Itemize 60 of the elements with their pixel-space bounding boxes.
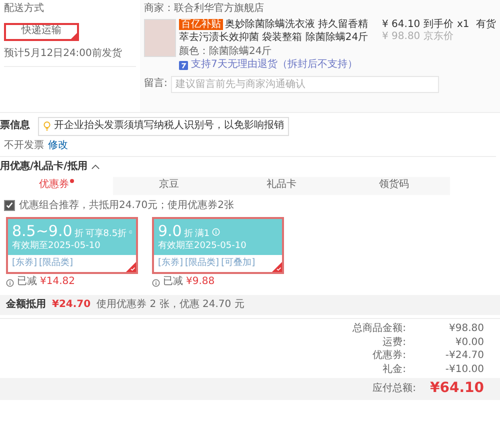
total-value: -¥24.70 <box>444 350 484 363</box>
edit-link[interactable]: 修改 <box>48 140 68 152</box>
total-value: ¥98.80 <box>448 323 484 336</box>
shipping-option[interactable]: 快递运输 <box>4 22 79 40</box>
coupon-condition: 可享8.5折 <box>85 229 127 240</box>
total-label: 优惠券: <box>372 350 406 363</box>
coupon-unit: 折 <box>74 229 84 240</box>
payable-amount: ¥64.10 <box>430 380 484 398</box>
total-label: 礼金: <box>382 364 406 376</box>
product-title[interactable]: 萃去污渍长效抑菌 袋装整箱 除菌除螨24斤 <box>179 32 379 44</box>
section-title: 用优惠/礼品卡/抵用 <box>0 161 88 174</box>
coupon-tag: [东券] <box>12 258 38 270</box>
discount-summary-bar: 金额抵用 ¥24.70 使用优惠券 2 张，优惠 24.70 元 <box>0 294 500 316</box>
invoice-tip: 开企业抬头发票须填写纳税人识别号，以免影响报销 <box>38 117 289 136</box>
info-icon[interactable] <box>6 278 14 286</box>
return-policy: 支持7天无理由退货（拆封后不支持） <box>191 59 358 72</box>
coupon-amount: 8.5~9.0 <box>12 222 72 240</box>
total-value: -¥10.00 <box>444 364 484 376</box>
section-title: 配送方式 <box>4 3 45 16</box>
notification-dot-icon <box>70 179 74 184</box>
section-title: 票信息 <box>0 120 30 132</box>
quantity: x1 <box>457 18 470 31</box>
discount-amount: ¥24.70 <box>52 298 91 312</box>
coupon-tag: [限品类] <box>185 258 220 270</box>
message-label: 留言: <box>144 78 168 90</box>
payable-label: 应付总额: <box>372 382 416 396</box>
stock-status: 有货 <box>476 18 497 31</box>
product-image-placeholder <box>144 18 176 56</box>
coupon-unit: 折 <box>184 229 193 240</box>
info-icon[interactable] <box>152 278 160 286</box>
coupon-tag: [东券] <box>158 258 184 270</box>
saved-amount: ¥9.88 <box>186 276 215 289</box>
delivery-estimate: 预计5月12日24:00前发货 <box>4 48 136 67</box>
total-label: 运费: <box>382 336 406 350</box>
coupon-validity: 有效期至2025-05-10 <box>158 240 248 252</box>
invoice-value: 不开发票 <box>4 140 44 152</box>
return-policy-icon <box>179 60 188 70</box>
coupon-amount: 9.0 <box>158 222 182 240</box>
discount-detail: 使用优惠券 2 张，优惠 24.70 元 <box>96 298 244 312</box>
product-variant: 颜色：除菌除螨24斤 <box>179 46 273 58</box>
selected-check-icon <box>272 262 282 272</box>
lightbulb-icon <box>43 121 51 132</box>
coupon-condition: 满1 <box>194 229 210 240</box>
coupon-validity: 有效期至2025-05-10 <box>12 240 102 252</box>
total-value: ¥0.00 <box>454 336 484 350</box>
saved-label: 已减 <box>163 276 183 289</box>
saved-amount: ¥14.82 <box>40 276 75 289</box>
message-field[interactable]: 建议留言前先与商家沟通确认 <box>171 76 440 92</box>
total-label: 总商品金额: <box>352 323 406 336</box>
merchant-name: 商家：联合利华官方旗舰店 <box>144 3 265 16</box>
promo-badge: 百亿补贴 <box>179 18 223 30</box>
coupon-tag: [限品类] <box>39 258 74 270</box>
product-title[interactable]: 奥妙除菌除螨洗衣液 持久留香精 <box>225 18 368 30</box>
discount-tab[interactable]: 优惠券 <box>0 176 112 194</box>
coupon-tag: [可叠加] <box>221 258 256 270</box>
recommend-text: 优惠组合推荐，共抵用24.70元；使用优惠券2张 <box>19 200 234 212</box>
selected-check-icon <box>126 262 136 272</box>
saved-label: 已减 <box>17 276 37 289</box>
recommend-checkbox[interactable] <box>4 200 15 212</box>
collapse-chevron-icon[interactable] <box>91 164 100 170</box>
